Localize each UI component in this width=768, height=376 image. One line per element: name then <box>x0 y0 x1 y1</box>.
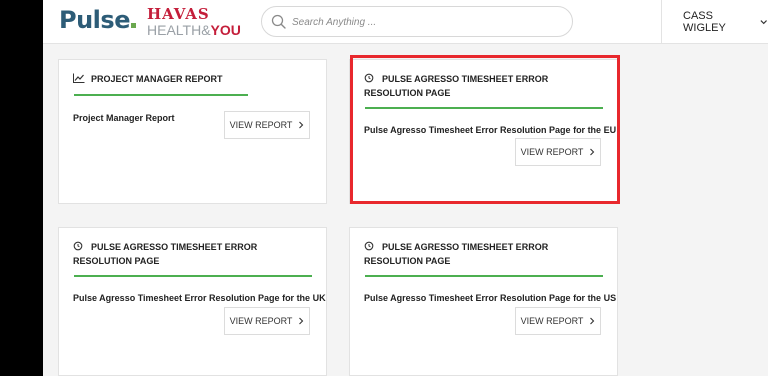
ampersand-text: & <box>201 22 211 38</box>
search-input[interactable] <box>292 12 562 32</box>
card-title-text: PROJECT MANAGER REPORT <box>91 74 223 84</box>
report-card-project-manager: PROJECT MANAGER REPORT Project Manager R… <box>58 59 327 204</box>
card-title: PULSE AGRESSO TIMESHEET ERROR RESOLUTION… <box>364 240 601 268</box>
card-title-text: PULSE AGRESSO TIMESHEET ERROR RESOLUTION… <box>364 242 549 266</box>
card-subtitle: Pulse Agresso Timesheet Error Resolution… <box>73 293 326 303</box>
view-report-label: VIEW REPORT <box>229 120 293 130</box>
clock-icon <box>364 73 374 83</box>
you-text: YOU <box>210 22 241 38</box>
report-card-agresso-us: PULSE AGRESSO TIMESHEET ERROR RESOLUTION… <box>349 227 618 376</box>
clock-icon <box>364 241 374 251</box>
card-title-text: PULSE AGRESSO TIMESHEET ERROR RESOLUTION… <box>364 74 549 98</box>
report-card-agresso-eu: PULSE AGRESSO TIMESHEET ERROR RESOLUTION… <box>349 59 618 204</box>
search-icon[interactable] <box>270 13 288 31</box>
chevron-down-icon <box>760 20 767 25</box>
view-report-button[interactable]: VIEW REPORT <box>515 307 601 335</box>
card-title-underline <box>74 94 248 96</box>
card-title: PULSE AGRESSO TIMESHEET ERROR RESOLUTION… <box>364 72 601 100</box>
card-title: PROJECT MANAGER REPORT <box>73 72 310 86</box>
health-text: HEALTH <box>147 22 202 38</box>
pulse-logo[interactable]: Pulse <box>59 6 136 34</box>
logo-dot-icon <box>130 23 136 28</box>
view-report-label: VIEW REPORT <box>229 316 293 326</box>
line-chart-icon <box>73 73 85 83</box>
header-divider <box>661 0 662 44</box>
view-report-button[interactable]: VIEW REPORT <box>224 307 310 335</box>
top-header: Pulse HAVAS HEALTH&YOU CASS WIGLEY <box>43 0 768 44</box>
havas-health-you-logo: HAVAS HEALTH&YOU <box>147 6 257 38</box>
search-box <box>261 6 573 37</box>
chevron-right-icon <box>590 317 595 325</box>
view-report-button[interactable]: VIEW REPORT <box>224 111 310 139</box>
card-title-underline <box>365 275 603 277</box>
chevron-right-icon <box>590 148 595 156</box>
card-subtitle: Pulse Agresso Timesheet Error Resolution… <box>364 293 617 303</box>
user-name: CASS WIGLEY <box>683 10 726 34</box>
card-title: PULSE AGRESSO TIMESHEET ERROR RESOLUTION… <box>73 240 310 268</box>
view-report-button[interactable]: VIEW REPORT <box>515 138 601 166</box>
view-report-label: VIEW REPORT <box>520 147 584 157</box>
report-card-agresso-uk: PULSE AGRESSO TIMESHEET ERROR RESOLUTION… <box>58 227 327 376</box>
pulse-logo-text: Pulse <box>59 6 130 34</box>
clock-icon <box>73 241 83 251</box>
card-title-underline <box>74 275 312 277</box>
user-menu[interactable]: CASS WIGLEY <box>683 10 768 34</box>
view-report-label: VIEW REPORT <box>520 316 584 326</box>
card-title-underline <box>365 107 603 109</box>
chevron-right-icon <box>299 121 304 129</box>
havas-logo-text: HAVAS <box>147 5 210 23</box>
card-subtitle: Pulse Agresso Timesheet Error Resolution… <box>364 125 617 135</box>
card-subtitle: Project Manager Report <box>73 113 175 123</box>
app-window: Pulse HAVAS HEALTH&YOU CASS WIGLEY <box>43 0 768 376</box>
chevron-right-icon <box>299 317 304 325</box>
health-and-you-text: HEALTH&YOU <box>147 22 257 38</box>
card-title-text: PULSE AGRESSO TIMESHEET ERROR RESOLUTION… <box>73 242 258 266</box>
